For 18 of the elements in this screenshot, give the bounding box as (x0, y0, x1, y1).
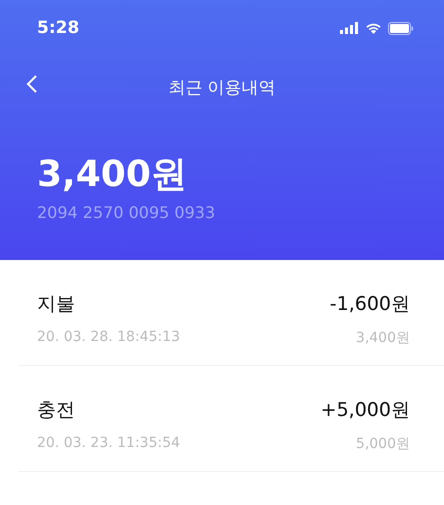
transaction-datetime: 20. 03. 23. 11:35:54 (37, 435, 182, 453)
card-number: 2094 2570 0095 0933 (37, 203, 216, 222)
page-title: 최근 이용내역 (168, 76, 276, 98)
balance-amount: 3,400원 (37, 153, 188, 197)
chevron-left-icon (26, 74, 38, 94)
balance-after: 5,000원 (354, 435, 410, 453)
signal-icon (340, 22, 359, 34)
transaction-row[interactable]: 지불 -1,600원 20. 03. 28. 18:45:13 3,400원 (18, 260, 444, 366)
transaction-type: 지불 (37, 292, 76, 317)
transaction-amount: -1,600원 (330, 292, 410, 317)
battery-icon (388, 22, 414, 34)
transaction-amount: +5,000원 (320, 398, 410, 423)
wifi-icon (365, 22, 382, 34)
status-time: 5:28 (37, 18, 80, 38)
transaction-datetime: 20. 03. 28. 18:45:13 (37, 329, 182, 347)
transaction-row[interactable]: 충전 +5,000원 20. 03. 23. 11:35:54 5,000원 (18, 366, 444, 472)
transaction-type: 충전 (37, 398, 76, 423)
balance-after: 3,400원 (354, 329, 410, 347)
